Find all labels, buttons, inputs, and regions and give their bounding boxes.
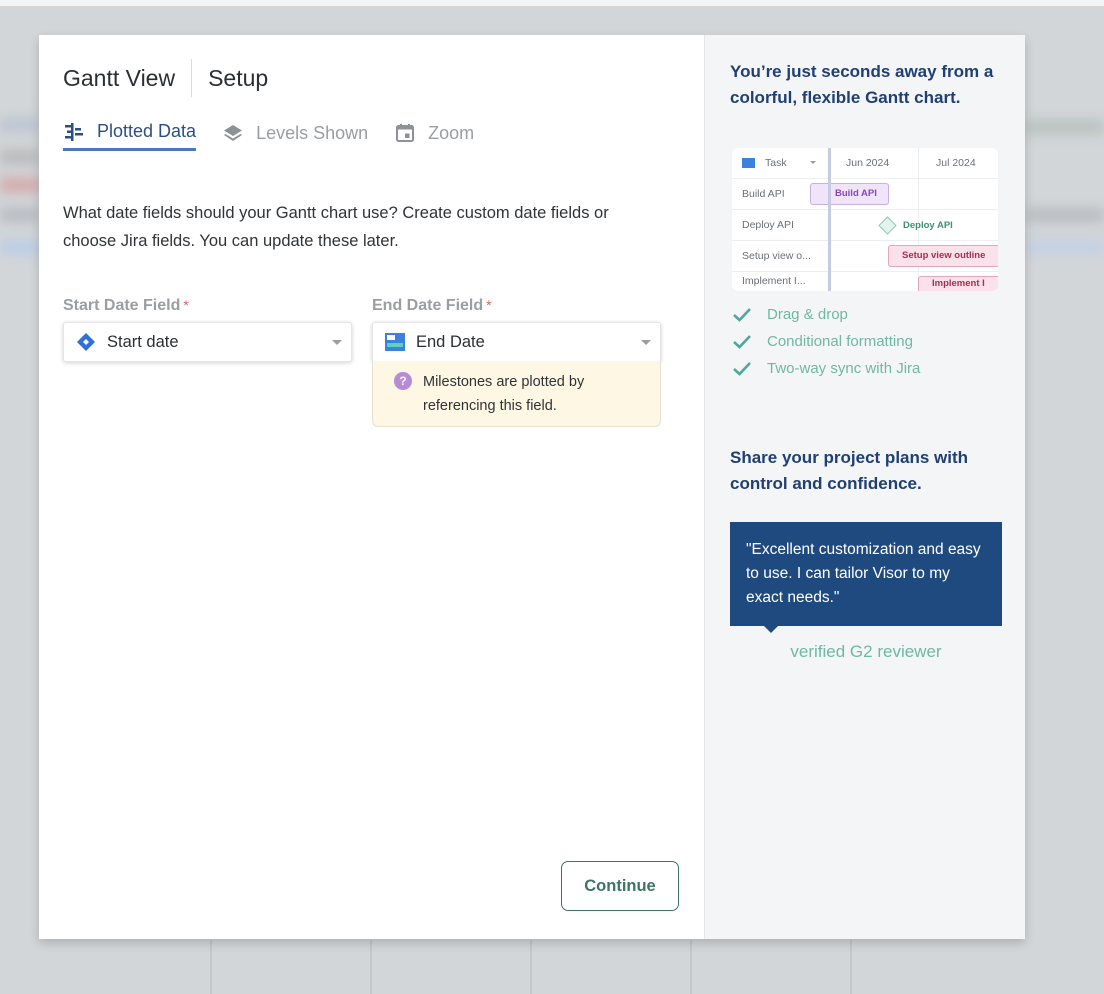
checkmark-icon: [733, 307, 751, 322]
chevron-down-icon: [810, 161, 816, 164]
continue-button[interactable]: Continue: [561, 861, 679, 911]
preview-bar-label: Implement I: [932, 278, 985, 289]
preview-task-name: Build API: [742, 188, 785, 200]
checkmark-icon: [733, 334, 751, 349]
preview-bar-label: Setup view outline: [902, 250, 986, 261]
modal-header: Gantt View Setup: [63, 59, 268, 97]
testimonial-reviewer: verified G2 reviewer: [790, 642, 942, 661]
preview-row: Implement I... Implement I: [732, 272, 998, 291]
background-row: [0, 150, 40, 164]
promo-headline-secondary: Share your project plans with control an…: [730, 448, 969, 493]
background-gridline: [210, 940, 212, 994]
testimonial-quote: "Excellent customization and easy to use…: [730, 522, 1002, 626]
feature-list: Drag & drop Conditional formatting Two-w…: [732, 301, 920, 382]
required-mark: *: [486, 297, 492, 313]
feature-label: Drag & drop: [767, 306, 848, 323]
preview-column-header: Task: [765, 157, 787, 169]
custom-field-icon: [385, 332, 405, 352]
end-date-label: End Date Field *: [372, 297, 492, 315]
setup-description: What date fields should your Gantt chart…: [63, 204, 609, 250]
feature-item: Drag & drop: [732, 301, 920, 328]
tab-label: Plotted Data: [97, 121, 197, 141]
promo-headline: You’re just seconds away from a colorful…: [730, 62, 994, 107]
end-date-select[interactable]: End Date: [372, 322, 661, 362]
modal-subtitle: Setup: [208, 64, 269, 91]
tab-levels-shown[interactable]: Levels Shown: [222, 121, 368, 151]
preview-row: Build API Build API: [732, 179, 998, 210]
feature-item: Two-way sync with Jira: [732, 355, 920, 382]
quote-tail: [764, 626, 778, 633]
tab-label: Zoom: [428, 122, 475, 143]
preview-header-row: Task Jun 2024 Jul 2024: [732, 148, 998, 179]
preview-bar: Setup view outline: [888, 245, 998, 267]
background-row: [0, 208, 40, 222]
preview-row: Deploy API Deploy API: [732, 210, 998, 241]
gantt-setup-modal: Gantt View Setup Plotted Data Levels Sho…: [39, 35, 1025, 939]
background-row: [1025, 208, 1104, 222]
start-date-select[interactable]: Start date: [63, 322, 352, 362]
background-row: [0, 240, 40, 254]
tab-zoom[interactable]: Zoom: [394, 121, 474, 151]
background-gridline: [370, 940, 372, 994]
promo-panel: You’re just seconds away from a colorful…: [704, 35, 1025, 939]
gantt-preview: Task Jun 2024 Jul 2024 Build API Build A…: [732, 148, 998, 291]
background-gridline: [850, 940, 852, 994]
background-topbar: [0, 0, 1104, 6]
background-gridline: [530, 940, 532, 994]
layers-icon: [222, 122, 244, 144]
preview-month: Jun 2024: [846, 157, 890, 169]
background-row: [0, 178, 40, 192]
tab-plotted-data[interactable]: Plotted Data: [63, 121, 197, 151]
background-row: [0, 118, 40, 132]
preview-milestone-label: Deploy API: [903, 220, 953, 231]
preview-task-name: Implement I...: [742, 275, 806, 287]
feature-item: Conditional formatting: [732, 328, 920, 355]
background-row: [1025, 120, 1104, 134]
chevron-down-icon: [641, 339, 651, 345]
calendar-icon: [394, 122, 416, 144]
modal-title: Gantt View: [63, 64, 176, 91]
end-date-value: End Date: [416, 332, 485, 351]
preview-bar: Build API: [810, 183, 889, 205]
start-date-label-text: Start Date Field: [63, 297, 181, 314]
preview-task-name: Deploy API: [742, 219, 794, 231]
milestone-diamond-icon: [878, 216, 897, 235]
background-gridline: [690, 940, 692, 994]
question-icon: ?: [394, 372, 412, 390]
preview-bar-label: Build API: [835, 188, 877, 199]
task-field-icon: [742, 158, 755, 168]
milestone-hint: ? Milestones are plotted by referencing …: [372, 361, 661, 427]
jira-diamond-icon: [76, 332, 96, 352]
chevron-down-icon: [332, 339, 342, 345]
plotted-data-icon: [63, 121, 85, 143]
start-date-label: Start Date Field *: [63, 297, 189, 315]
required-mark: *: [183, 297, 189, 313]
preview-month: Jul 2024: [936, 157, 976, 169]
setup-panel: Gantt View Setup Plotted Data Levels Sho…: [39, 35, 704, 939]
preview-bar: Implement I: [918, 276, 998, 291]
feature-label: Conditional formatting: [767, 333, 913, 350]
checkmark-icon: [733, 361, 751, 376]
background-row: [1025, 240, 1104, 254]
milestone-hint-text: Milestones are plotted by referencing th…: [423, 374, 585, 414]
setup-tabs: Plotted Data Levels Shown Zoom: [63, 121, 500, 151]
preview-divider: [828, 148, 831, 291]
tab-label: Levels Shown: [256, 122, 369, 143]
end-date-label-text: End Date Field: [372, 297, 484, 314]
feature-label: Two-way sync with Jira: [767, 360, 921, 377]
start-date-value: Start date: [107, 332, 179, 351]
title-divider: [191, 59, 193, 97]
